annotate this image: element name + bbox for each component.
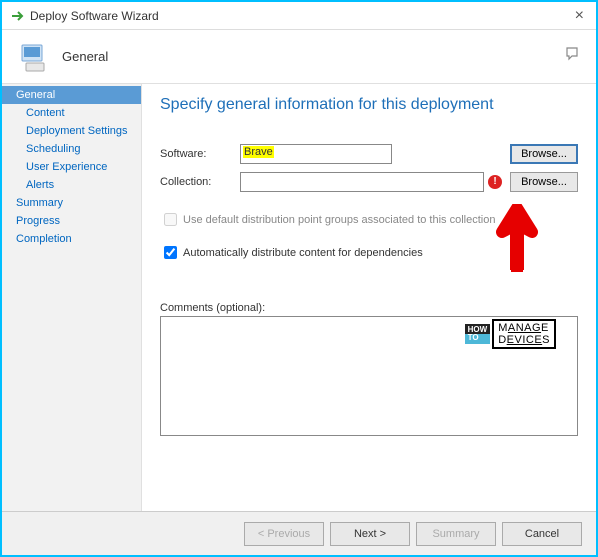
browse-software-button[interactable]: Browse...: [510, 144, 578, 164]
next-button[interactable]: Next >: [330, 522, 410, 546]
cancel-button[interactable]: Cancel: [502, 522, 582, 546]
main-panel: Specify general information for this dep…: [142, 84, 596, 511]
comments-label: Comments (optional):: [160, 302, 578, 314]
auto-dist-checkbox-row[interactable]: Automatically distribute content for dep…: [160, 243, 578, 262]
sidebar-item-deployment-settings[interactable]: Deployment Settings: [2, 122, 141, 140]
sidebar-item-summary[interactable]: Summary: [2, 194, 141, 212]
page-heading: Specify general information for this dep…: [160, 96, 578, 114]
sidebar-item-content[interactable]: Content: [2, 104, 141, 122]
wizard-window: Deploy Software Wizard × General General…: [0, 0, 598, 557]
software-label: Software:: [160, 148, 240, 160]
collection-row: Collection: ! Browse...: [160, 172, 578, 192]
sidebar-item-user-experience[interactable]: User Experience: [2, 158, 141, 176]
page-header-title: General: [62, 49, 108, 64]
auto-dist-label: Automatically distribute content for dep…: [183, 247, 423, 259]
sidebar-item-alerts[interactable]: Alerts: [2, 176, 141, 194]
title-bar: Deploy Software Wizard ×: [2, 2, 596, 30]
app-icon: [10, 9, 24, 23]
browse-collection-button[interactable]: Browse...: [510, 172, 578, 192]
collection-input[interactable]: [240, 172, 484, 192]
software-value-highlight: Brave: [243, 146, 274, 158]
sidebar-item-general[interactable]: General: [2, 86, 141, 104]
sidebar-item-scheduling[interactable]: Scheduling: [2, 140, 141, 158]
page-header: General: [2, 30, 596, 84]
software-row: Software: Brave Browse...: [160, 144, 578, 164]
footer: < Previous Next > Summary Cancel: [2, 511, 596, 555]
default-dist-checkbox-row: Use default distribution point groups as…: [160, 210, 578, 229]
default-dist-checkbox: [164, 213, 177, 226]
close-icon[interactable]: ×: [571, 7, 588, 25]
error-icon: !: [488, 175, 502, 189]
body: GeneralContentDeployment SettingsSchedul…: [2, 84, 596, 511]
collection-label: Collection:: [160, 176, 240, 188]
window-title: Deploy Software Wizard: [30, 9, 159, 23]
sidebar: GeneralContentDeployment SettingsSchedul…: [2, 84, 142, 511]
auto-dist-checkbox[interactable]: [164, 246, 177, 259]
sidebar-item-completion[interactable]: Completion: [2, 230, 141, 248]
sidebar-item-progress[interactable]: Progress: [2, 212, 141, 230]
help-icon[interactable]: [564, 45, 582, 68]
previous-button: < Previous: [244, 522, 324, 546]
summary-button: Summary: [416, 522, 496, 546]
watermark-logo: HOW TO MANAGEDEVICES: [465, 319, 556, 349]
computer-icon: [16, 39, 52, 75]
default-dist-label: Use default distribution point groups as…: [183, 214, 495, 226]
